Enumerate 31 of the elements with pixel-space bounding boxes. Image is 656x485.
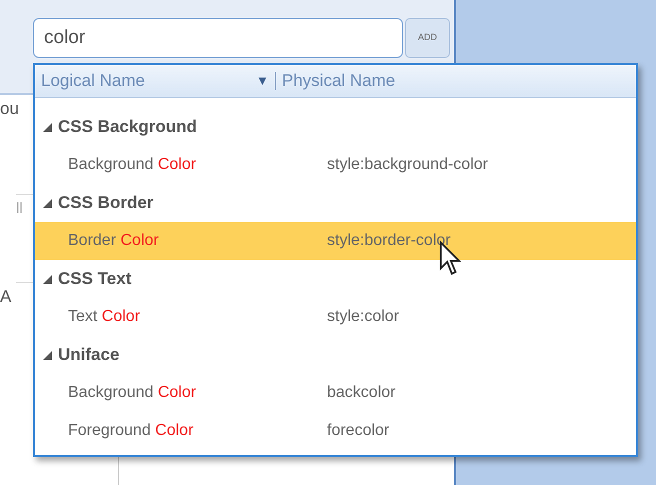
expand-icon[interactable] [43, 122, 52, 132]
logical-name: Foreground Color [68, 421, 194, 441]
list-item[interactable]: Foreground Color forecolor [35, 412, 636, 450]
search-field[interactable]: color [33, 18, 403, 58]
logical-name: Background Color [68, 383, 198, 403]
list-item[interactable]: Border Color style:border-color [35, 222, 636, 260]
list-item[interactable]: Background Color backcolor [35, 374, 636, 412]
logical-name: Border Color [68, 231, 160, 251]
column-divider [274, 72, 276, 90]
sort-icon[interactable]: ▼ [256, 71, 269, 91]
list-item[interactable]: Background Color style:background-color [35, 146, 636, 184]
physical-name: forecolor [327, 421, 390, 441]
group-header: CSS Text [58, 268, 132, 290]
physical-name: backcolor [327, 383, 396, 403]
logical-name: Text Color [68, 307, 142, 327]
physical-name: style:color [327, 307, 400, 327]
panel-label: ou [0, 98, 20, 120]
logical-name: Background Color [68, 155, 198, 175]
column-header[interactable]: Logical Name [41, 68, 256, 94]
column-header[interactable]: Physical Name [282, 68, 396, 94]
group-header: CSS Background [58, 116, 197, 138]
expand-icon[interactable] [43, 198, 52, 208]
list-item[interactable]: Text Color style:color [35, 298, 636, 336]
panel-label: A [0, 286, 12, 308]
group-header: CSS Border [58, 192, 154, 214]
physical-name: style:border-color [327, 231, 451, 251]
expand-icon[interactable] [43, 350, 52, 360]
group-header: Uniface [58, 344, 120, 366]
expand-icon[interactable] [43, 274, 52, 284]
physical-name: style:background-color [327, 155, 488, 175]
add-button[interactable]: ADD [405, 18, 450, 58]
